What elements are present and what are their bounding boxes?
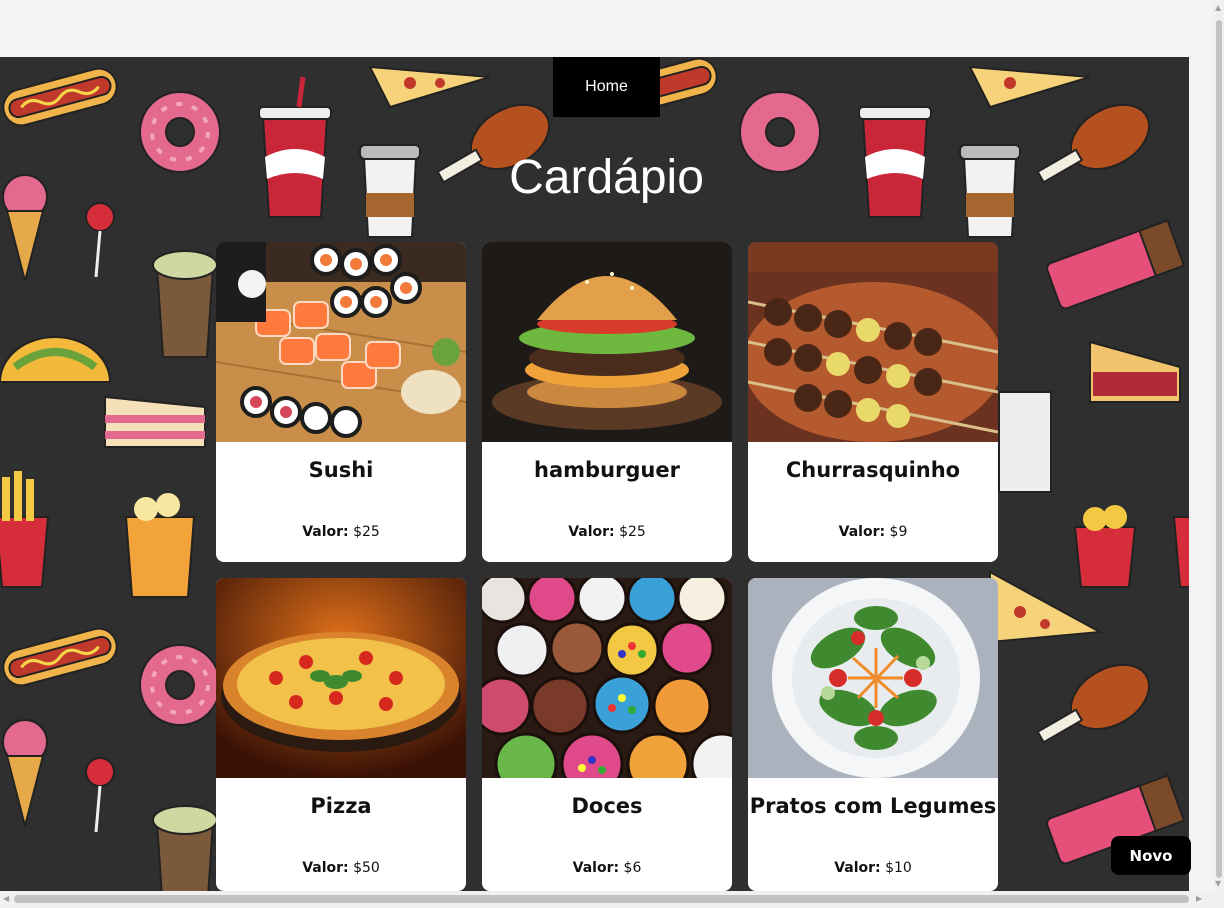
menu-card-doces[interactable]: Doces Valor: $6 xyxy=(482,578,732,891)
menu-card-sushi[interactable]: Sushi Valor: $25 xyxy=(216,242,466,562)
menu-card-pratos-com-legumes[interactable]: Pratos com Legumes Valor: $10 xyxy=(748,578,998,891)
home-button[interactable]: Home xyxy=(553,57,660,117)
milkshake-icon xyxy=(152,250,218,358)
milkshake-icon xyxy=(152,805,218,891)
price-label: Valor: xyxy=(568,524,615,540)
price-label: Valor: xyxy=(302,860,349,876)
lollipop-icon xyxy=(85,202,115,278)
item-price: Valor: $25 xyxy=(216,524,466,540)
price-label: Valor: xyxy=(834,860,881,876)
salad-image xyxy=(748,578,998,778)
page-title: Cardápio xyxy=(509,151,704,204)
novo-button[interactable]: Novo xyxy=(1111,836,1191,875)
item-name: Churrasquinho xyxy=(785,458,961,482)
item-price: Valor: $6 xyxy=(482,860,732,876)
price-value: $25 xyxy=(353,524,380,540)
menu-card-pizza[interactable]: Pizza Valor: $50 xyxy=(216,578,466,891)
item-name: Pizza xyxy=(310,794,372,818)
price-value: $50 xyxy=(353,860,380,876)
item-price: Valor: $10 xyxy=(748,860,998,876)
item-name: Pratos com Legumes xyxy=(749,794,997,818)
price-value: $10 xyxy=(885,860,912,876)
sushi-image xyxy=(216,242,466,442)
donut-icon xyxy=(139,644,221,726)
taco-icon xyxy=(0,336,112,383)
hotdog-icon xyxy=(2,67,118,127)
horizontal-scrollbar-thumb[interactable] xyxy=(14,895,1189,903)
lollipop-icon xyxy=(85,757,115,833)
chicken-leg-icon xyxy=(1036,663,1150,744)
item-price: Valor: $25 xyxy=(482,524,732,540)
item-name: Doces xyxy=(571,794,643,818)
price-label: Valor: xyxy=(302,524,349,540)
popcorn-icon xyxy=(1073,505,1137,588)
pie-slice-icon xyxy=(1089,340,1181,403)
hotdog-icon xyxy=(2,627,118,687)
vertical-scrollbar-thumb[interactable] xyxy=(1216,20,1222,878)
menu-card-churrasquinho[interactable]: Churrasquinho Valor: $9 xyxy=(748,242,998,562)
price-label: Valor: xyxy=(838,524,886,540)
pizza-image xyxy=(216,578,466,778)
popcorn-icon xyxy=(124,493,196,598)
price-label: Valor: xyxy=(572,860,620,876)
burger-image xyxy=(482,242,732,442)
browser-top-area xyxy=(0,0,1224,57)
pizza-slice-icon xyxy=(968,65,1091,109)
candy-bar-icon xyxy=(1046,219,1186,310)
fries-icon xyxy=(1172,516,1189,588)
price-value: $6 xyxy=(623,860,642,876)
skewer-image xyxy=(748,242,998,442)
price-value: $25 xyxy=(619,524,646,540)
menu-card-hamburguer[interactable]: hamburguer Valor: $25 xyxy=(482,242,732,562)
takeout-box-icon xyxy=(998,391,1052,493)
price-value: $9 xyxy=(889,524,908,540)
scroll-up-arrow-icon[interactable]: ▲ xyxy=(1215,4,1221,12)
item-price: Valor: $9 xyxy=(748,524,998,540)
item-name: Sushi xyxy=(308,458,374,482)
item-name: hamburguer xyxy=(534,458,680,482)
sweets-image xyxy=(482,578,732,778)
scroll-left-arrow-icon[interactable]: ◀ xyxy=(3,895,9,903)
ice-cream-icon xyxy=(2,719,48,827)
scroll-right-arrow-icon[interactable]: ▶ xyxy=(1196,895,1202,903)
scroll-down-arrow-icon[interactable]: ▼ xyxy=(1215,880,1221,888)
fries-icon xyxy=(0,471,50,588)
cake-slice-icon xyxy=(104,395,206,448)
item-price: Valor: $50 xyxy=(216,860,466,876)
pizza-slice-icon xyxy=(368,65,491,109)
